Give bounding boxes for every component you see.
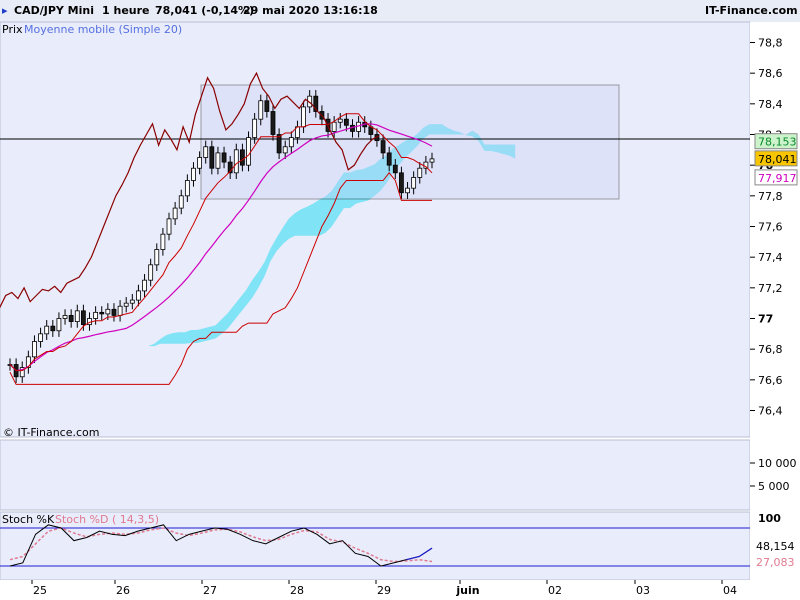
stoch-d-value: 27,083 [756, 556, 795, 569]
candle-body [129, 299, 135, 304]
cloud-price-tag: 78,153 [758, 136, 797, 149]
candle-body [154, 249, 160, 266]
candle-body [148, 264, 154, 281]
x-tick-label: 29 [377, 584, 391, 597]
candle-body [282, 146, 288, 154]
candle-body [62, 315, 68, 319]
ma-legend: Moyenne mobile (Simple 20) [24, 23, 183, 36]
candle-body [99, 311, 105, 315]
candle-body [178, 195, 184, 209]
x-tick-label: 25 [33, 584, 47, 597]
candle-body [417, 167, 423, 178]
stoch-k-value: 48,154 [756, 540, 795, 553]
candle-body [105, 308, 111, 315]
stoch-k-legend: Stoch %K [2, 513, 55, 526]
candle-body [203, 146, 209, 158]
candle-body [184, 180, 190, 197]
candle-body [233, 149, 239, 174]
price-tick-label: 77 [758, 313, 773, 326]
current-price-tag: 78,041 [758, 153, 797, 166]
price-tick-label: 78,6 [758, 67, 783, 80]
stoch-d-legend: Stoch %D ( 14,3,5) [55, 513, 160, 526]
candle-body [117, 305, 123, 316]
candle-body [288, 137, 294, 148]
price-tick-label: 77,6 [758, 221, 783, 234]
candle-body [392, 164, 398, 174]
candle-body [38, 333, 43, 342]
volume-panel [0, 439, 751, 511]
candle-body [142, 279, 147, 292]
candle-body [270, 111, 276, 135]
candle-body [93, 311, 99, 319]
x-tick-label: 03 [636, 584, 650, 597]
x-tick-label: 02 [548, 584, 562, 597]
candle-body [405, 187, 410, 194]
candle-body [301, 106, 306, 128]
candle-body [380, 140, 386, 154]
candle-body [264, 100, 270, 112]
candle-body [136, 290, 141, 301]
x-tick-label: 26 [116, 584, 130, 597]
candle-body [386, 152, 392, 166]
price-tick-label: 76,6 [758, 374, 783, 387]
price-legend: Prix [2, 23, 23, 36]
candle-body [32, 341, 37, 358]
volume-tick-label: 10 000 [758, 457, 797, 470]
price-tick-label: 78,4 [758, 98, 783, 111]
candle-body [44, 325, 50, 335]
candle-body [80, 310, 86, 326]
candle-body [74, 310, 80, 322]
candle-body [331, 121, 337, 132]
x-tick-label: 27 [203, 584, 217, 597]
candle-body [56, 318, 62, 332]
candle-body [123, 302, 129, 307]
volume-tick-label: 5 000 [758, 480, 790, 493]
candle-body [343, 118, 349, 126]
range-rectangle [200, 84, 620, 200]
x-tick-label: juin [455, 584, 479, 597]
price-panel [0, 21, 751, 438]
price-tick-label: 77,8 [758, 190, 783, 203]
candle-body [160, 233, 166, 250]
price-tick-label: 76,8 [758, 343, 783, 356]
candle-body [221, 152, 227, 163]
ma-price-tag: 77,917 [758, 172, 797, 185]
candle-body [411, 177, 417, 189]
candle-body [240, 149, 245, 166]
candle-body [166, 218, 172, 235]
candle-body [429, 158, 435, 163]
candle-body [215, 152, 221, 169]
stoch-top-tick: 100 [758, 512, 781, 525]
candle-body [246, 137, 251, 166]
candle-body [197, 157, 202, 169]
candle-body [191, 167, 196, 181]
candle-body [337, 118, 343, 123]
candle-body [209, 146, 215, 169]
candle-body [258, 100, 264, 120]
price-tick-label: 77,2 [758, 282, 783, 295]
candle-body [68, 315, 74, 322]
candle-body [50, 325, 56, 332]
candle-body [172, 207, 178, 220]
x-tick-label: 04 [723, 584, 737, 597]
price-chart: 78,878,678,478,27877,877,677,477,27776,8… [0, 21, 800, 600]
candle-body [399, 172, 404, 194]
watermark: © IT-Finance.com [3, 426, 100, 439]
price-tick-label: 77,4 [758, 251, 783, 264]
x-tick-label: 28 [290, 584, 304, 597]
candle-body [252, 118, 258, 138]
price-tick-label: 78,8 [758, 37, 783, 50]
price-tick-label: 76,4 [758, 405, 783, 418]
candle-body [111, 308, 117, 316]
